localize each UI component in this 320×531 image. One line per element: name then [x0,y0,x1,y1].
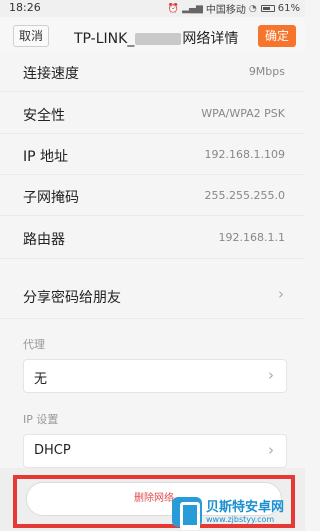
carrier-name: 中国移动 [205,5,246,16]
chevron-right-icon: › [278,285,284,303]
detail-value: 192.168.1.1 [218,231,285,244]
detail-label: 子网掩码 [23,190,79,206]
alarm-icon: ⏰ [167,3,180,14]
cancel-button[interactable]: 取消 [13,25,49,47]
detail-value: WPA/WPA2 PSK [201,107,285,120]
detail-row-ip: IP 地址 192.168.1.109 [0,135,305,175]
watermark-url: www.zjbstyy.com [206,514,275,524]
wifi-icon: ◔ [248,3,257,14]
detail-row-router: 路由器 192.168.1.1 [0,218,305,258]
detail-row-speed: 连接速度 9Mbps [0,52,305,92]
divider [0,318,305,319]
detail-label: IP 地址 [23,149,69,165]
confirm-button[interactable]: 确定 [258,25,296,47]
signal-icon: ▂▄▆ [182,3,203,14]
detail-value: 9Mbps [248,65,285,78]
title-suffix: 网络详情 [182,31,239,47]
share-password-label: 分享密码给朋友 [23,290,121,306]
proxy-value: 无 [34,372,48,387]
detail-value: 192.168.1.109 [204,148,285,161]
share-password-item[interactable]: 分享密码给朋友 › [0,276,305,316]
status-time: 18:26 [9,1,41,14]
header: 取消 TP-LINK_ 网络详情 确定 [0,17,305,57]
detail-value: 255.255.255.0 [204,189,285,202]
detail-row-security: 安全性 WPA/WPA2 PSK [0,94,305,134]
watermark-name: 贝斯特安卓网 [206,499,285,515]
ip-settings-select[interactable]: DHCP › [23,434,287,468]
page-title: TP-LINK_ 网络详情 [74,28,238,48]
detail-label: 路由器 [23,232,65,248]
watermark: 贝斯特安卓网 www.zjbstyy.com [172,494,302,530]
status-indicators: ⏰ ▂▄▆ 中国移动 ◔ 61% [168,1,300,16]
detail-row-subnet: 子网掩码 255.255.255.0 [0,176,305,216]
chevron-right-icon: › [268,441,274,459]
status-bar: 18:26 ⏰ ▂▄▆ 中国移动 ◔ 61% [0,0,305,17]
watermark-logo-icon [172,497,202,530]
ip-settings-value: DHCP [34,443,71,458]
detail-label: 安全性 [23,108,65,124]
proxy-select[interactable]: 无 › [23,359,287,393]
title-network-name: TP-LINK_ [74,31,135,47]
chevron-right-icon: › [268,366,274,384]
battery-level: 61% [277,3,300,14]
divider [0,91,305,92]
divider [0,215,305,216]
redacted-ssid [135,33,182,45]
battery-icon [260,5,275,12]
watermark-text: 贝斯特安卓网 www.zjbstyy.com [206,500,284,525]
delete-network-label: 删除网络 [134,493,174,504]
ip-settings-section-title: IP 设置 [23,413,59,426]
proxy-section-title: 代理 [23,338,45,351]
detail-label: 连接速度 [23,66,79,82]
divider [0,174,305,175]
divider [0,258,305,259]
divider [0,133,305,134]
